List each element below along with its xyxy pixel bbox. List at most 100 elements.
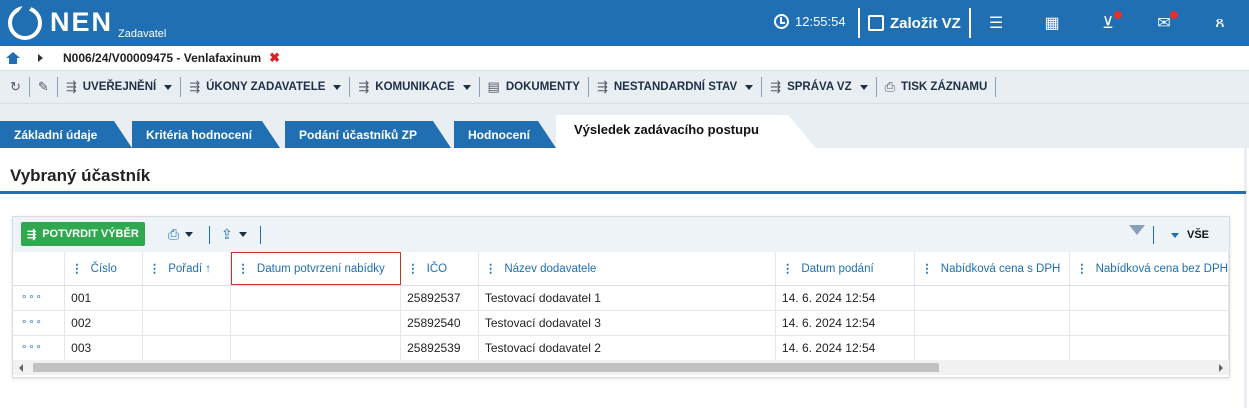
refresh-button[interactable]: ↻ <box>0 77 30 97</box>
menu-uverejneni[interactable]: ⇶ UVEŘEJNĚNÍ <box>58 77 182 97</box>
action-icon: ⇶ <box>596 79 608 94</box>
filter-select[interactable]: VŠE <box>1169 229 1209 241</box>
export-icon: ⇪ <box>221 226 233 242</box>
header-poradi[interactable]: ⋮ Pořadí ↑ <box>142 252 232 286</box>
notification-dot <box>1114 11 1122 19</box>
menu-nestandardni-stav[interactable]: ⇶ NESTANDARDNÍ STAV <box>589 77 763 97</box>
inbox-icon[interactable]: ⊻ <box>1098 11 1122 33</box>
action-icon: ⇶ <box>189 79 201 94</box>
header-cena-bez-label: Nabídková cena bez DPH <box>1095 263 1228 276</box>
cell-cislo: 001 <box>64 285 143 311</box>
mail-icon[interactable]: ✉ <box>1154 11 1178 33</box>
header-row: ⋮ Číslo ⋮ Pořadí ↑ ⋮ Datum potvrzení nabídk… <box>13 252 1229 286</box>
printer-icon: ⎙ <box>884 79 896 94</box>
cell-nazev: Testovací dodavatel 1 <box>478 285 776 311</box>
cell-poradi <box>142 335 232 361</box>
table-row[interactable]: ∘∘∘ 001 25892537 Testovací dodavatel 1 1… <box>13 285 1229 311</box>
menu-ukony-zadavatele[interactable]: ⇶ ÚKONY ZADAVATELE <box>181 77 351 97</box>
new-vz-button[interactable]: Založit VZ <box>858 8 971 38</box>
tab-bar: Základní údaje Kritéria hodnocení Podání… <box>0 104 1249 148</box>
menu-icon[interactable]: ☰ <box>986 13 1006 33</box>
cell-datum-potvrzeni <box>230 285 402 311</box>
print-menu-button[interactable]: ⎙ <box>168 226 194 243</box>
cell-cena-s-dph <box>914 310 1071 336</box>
tab-vysledek[interactable]: Výsledek zadávacího postupu <box>556 115 816 148</box>
cell-ico: 25892539 <box>400 335 479 361</box>
cell-ico: 25892537 <box>400 285 479 311</box>
edit-button[interactable]: ✎ <box>30 77 58 97</box>
section-divider <box>0 191 1246 194</box>
menu-ukony-label: ÚKONY ZADAVATELE <box>206 81 326 93</box>
cell-cena-bez-dph <box>1069 285 1229 311</box>
scrollbar-thumb[interactable] <box>33 363 939 372</box>
document-icon: ▤ <box>487 79 500 94</box>
cell-cislo: 002 <box>64 310 143 336</box>
header-ico[interactable]: ⋮ IČO <box>400 252 479 286</box>
caret-down-icon <box>185 232 194 237</box>
tab-zakladni-udaje[interactable]: Základní údaje <box>0 121 132 148</box>
row-menu-icon[interactable]: ∘∘∘ <box>13 310 66 336</box>
menu-dokumenty-label: DOKUMENTY <box>505 81 580 93</box>
cell-cena-bez-dph <box>1069 310 1229 336</box>
breadcrumb-path[interactable]: N006/24/V00009475 - Venlafaxinum <box>63 51 261 65</box>
cell-poradi <box>142 285 232 311</box>
horizontal-scrollbar[interactable] <box>13 360 1229 375</box>
table-row[interactable]: ∘∘∘ 003 25892539 Testovací dodavatel 2 1… <box>13 335 1229 361</box>
scroll-left-icon[interactable] <box>19 364 23 372</box>
confirm-selection-button[interactable]: ⇶ POTVRDIT VÝBĚR <box>21 222 145 246</box>
section-title: Vybraný účastník <box>10 166 151 185</box>
export-menu-button[interactable]: ⇪ <box>221 226 247 243</box>
clock-time: 12:55:54 <box>795 14 846 29</box>
header-cena-bez-dph[interactable]: ⋮ Nabídková cena bez DPH <box>1069 252 1229 286</box>
close-icon[interactable]: ✖ <box>269 50 280 66</box>
panel-border <box>1244 148 1247 408</box>
participants-grid: ⇶ POTVRDIT VÝBĚR ⎙ ⇪ VŠE ⋮ Číslo ⋮ Pořadí … <box>12 216 1230 378</box>
action-icon: ⇶ <box>358 79 370 94</box>
header-datum-podani[interactable]: ⋮ Datum podání <box>775 252 916 286</box>
header-datum-potvrzeni[interactable]: ⋮ Datum potvrzení nabídky <box>230 252 402 286</box>
toolbar-separator <box>1153 226 1154 244</box>
tab-hodnoceni[interactable]: Hodnocení <box>454 121 556 148</box>
home-icon[interactable] <box>6 52 20 64</box>
menu-komunikace[interactable]: ⇶ KOMUNIKACE <box>350 77 480 97</box>
menu-sprava-vz[interactable]: ⇶ SPRÁVA VZ <box>762 77 877 97</box>
cell-cena-bez-dph <box>1069 335 1229 361</box>
header-cena-s-dph[interactable]: ⋮ Nabídková cena s DPH <box>914 252 1071 286</box>
row-menu-icon[interactable]: ∘∘∘ <box>13 335 66 361</box>
caret-down-icon <box>859 84 868 90</box>
filter-select-label: VŠE <box>1187 229 1210 241</box>
filter-icon[interactable] <box>1129 225 1145 235</box>
header-cislo[interactable]: ⋮ Číslo <box>64 252 143 286</box>
menu-komunikace-label: KOMUNIKACE <box>375 81 455 93</box>
action-icon: ⇶ <box>27 228 37 241</box>
table-row[interactable]: ∘∘∘ 002 25892540 Testovací dodavatel 3 1… <box>13 310 1229 336</box>
cell-nazev: Testovací dodavatel 3 <box>478 310 776 336</box>
toolbar-separator <box>209 226 210 244</box>
calculator-icon[interactable]: ▦ <box>1042 13 1062 33</box>
row-menu-icon[interactable]: ∘∘∘ <box>13 285 66 311</box>
nen-logo <box>8 6 42 40</box>
header-poradi-label: Pořadí ↑ <box>168 263 212 276</box>
cell-cislo: 003 <box>64 335 143 361</box>
tab-kriteria-hodnoceni[interactable]: Kritéria hodnocení <box>132 121 280 148</box>
tab-podani-ucastniku[interactable]: Podání účastníků ZP <box>285 121 451 148</box>
top-bar: NEN Zadavatel 12:55:54 Založit VZ ☰ ▦ ⊻ … <box>0 0 1249 46</box>
header-nazev[interactable]: ⋮ Název dodavatele <box>478 252 776 286</box>
grid-table: ⋮ Číslo ⋮ Pořadí ↑ ⋮ Datum potvrzení nabídk… <box>13 252 1229 361</box>
menu-dokumenty[interactable]: ▤ DOKUMENTY <box>480 77 589 97</box>
caret-down-icon <box>745 84 754 90</box>
caret-down-icon <box>462 84 471 90</box>
menu-tisk-zaznamu[interactable]: ⎙ TISK ZÁZNAMU <box>877 77 997 97</box>
scroll-right-icon[interactable] <box>1219 364 1223 372</box>
cell-datum-potvrzeni <box>230 335 402 361</box>
printer-icon: ⎙ <box>168 226 180 242</box>
caret-down-icon <box>164 84 173 90</box>
header-nazev-label: Název dodavatele <box>504 263 597 276</box>
cell-cena-s-dph <box>914 285 1071 311</box>
caret-down-icon <box>333 84 342 90</box>
header-actions <box>13 252 66 286</box>
user-icon[interactable]: ጸ <box>1210 13 1230 33</box>
confirm-selection-label: POTVRDIT VÝBĚR <box>42 228 139 240</box>
header-ico-label: IČO <box>426 263 448 276</box>
notification-dot <box>1170 11 1178 19</box>
